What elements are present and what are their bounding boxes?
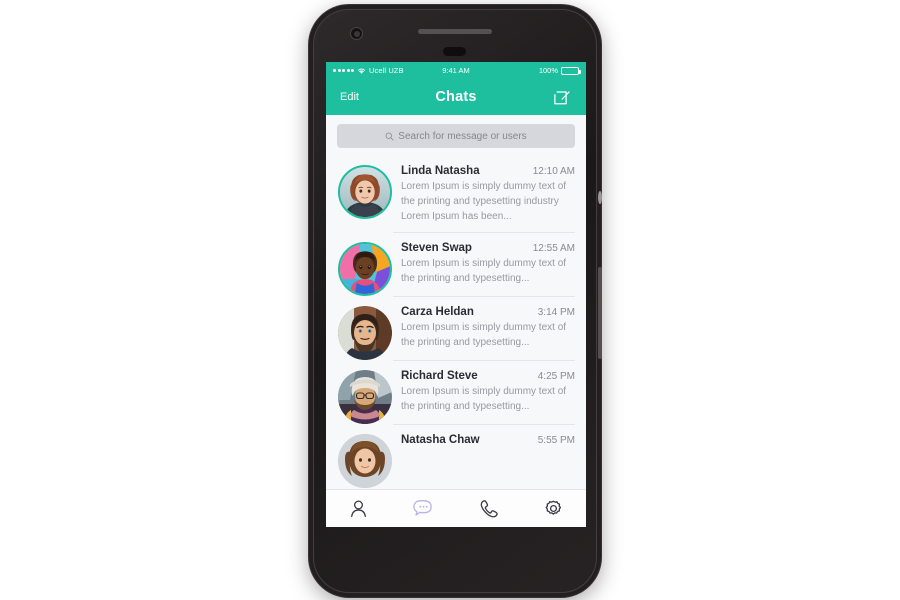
status-bar: Ucell UZB 9:41 AM 100%	[326, 62, 586, 79]
search-input[interactable]: Search for message or users	[337, 124, 575, 148]
message-time: 3:14 PM	[537, 307, 575, 318]
chat-list-item[interactable]: Linda Natasha 12:10 AM Lorem Ipsum is si…	[326, 156, 586, 232]
tab-settings[interactable]	[521, 490, 586, 527]
chat-list-item[interactable]: Richard Steve 4:25 PM Lorem Ipsum is sim…	[326, 361, 586, 424]
tab-chats[interactable]	[391, 490, 456, 527]
chat-row-header: Steven Swap 12:55 AM	[401, 242, 575, 254]
proximity-sensor	[443, 47, 466, 56]
navigation-bar: Edit Chats	[326, 79, 586, 115]
tab-contacts[interactable]	[326, 490, 391, 527]
volume-button[interactable]	[598, 267, 602, 359]
chat-row-header: Richard Steve 4:25 PM	[401, 370, 575, 382]
message-time: 12:55 AM	[532, 243, 575, 254]
search-placeholder-text: Search for message or users	[398, 130, 527, 142]
message-snippet: Lorem Ipsum is simply dummy text of the …	[401, 386, 567, 412]
compose-pencil-icon	[554, 90, 570, 104]
contact-name: Steven Swap	[401, 242, 472, 254]
avatar-wrap	[337, 165, 393, 232]
message-time: 12:10 AM	[532, 166, 575, 177]
avatar-wrap	[337, 306, 393, 360]
avatar-wrap	[337, 242, 393, 296]
tab-bar	[326, 489, 586, 527]
message-snippet: Lorem Ipsum is simply dummy text of the …	[401, 322, 567, 348]
contact-name: Natasha Chaw	[401, 434, 480, 446]
message-time: 4:25 PM	[537, 371, 575, 382]
chat-row-header: Linda Natasha 12:10 AM	[401, 165, 575, 177]
phone-device-frame: Ucell UZB 9:41 AM 100% Edit Chats Search…	[309, 5, 602, 597]
chat-bubble-icon	[413, 500, 432, 516]
chat-row-body: Natasha Chaw 5:55 PM	[393, 434, 575, 488]
chat-row-body: Carza Heldan 3:14 PM Lorem Ipsum is simp…	[393, 306, 575, 360]
message-snippet: Lorem Ipsum is simply dummy text of the …	[401, 181, 567, 222]
chat-list-item[interactable]: Natasha Chaw 5:55 PM	[326, 425, 586, 488]
avatar-linda-natasha[interactable]	[338, 165, 392, 219]
chat-list-item[interactable]: Carza Heldan 3:14 PM Lorem Ipsum is simp…	[326, 297, 586, 360]
tab-calls[interactable]	[456, 490, 521, 527]
contact-name: Linda Natasha	[401, 165, 480, 177]
contact-name: Carza Heldan	[401, 306, 474, 318]
avatar-natasha-chaw[interactable]	[338, 434, 392, 488]
battery-percent-label: 100%	[538, 66, 558, 75]
avatar-richard-steve[interactable]	[338, 370, 392, 424]
search-icon	[385, 132, 394, 140]
canvas: Ucell UZB 9:41 AM 100% Edit Chats Search…	[0, 0, 900, 600]
compose-button[interactable]	[553, 88, 572, 107]
settings-gear-icon	[545, 500, 562, 515]
chat-list-item[interactable]: Steven Swap 12:55 AM Lorem Ipsum is simp…	[326, 233, 586, 296]
battery-full-icon	[561, 66, 581, 75]
search-container: Search for message or users	[326, 115, 586, 156]
chat-row-body: Linda Natasha 12:10 AM Lorem Ipsum is si…	[393, 165, 575, 232]
phone-handset-icon	[480, 500, 498, 518]
page-title: Chats	[435, 89, 477, 105]
chat-list[interactable]: Linda Natasha 12:10 AM Lorem Ipsum is si…	[326, 156, 586, 501]
status-bar-right: 100%	[538, 66, 581, 75]
chat-row-body: Steven Swap 12:55 AM Lorem Ipsum is simp…	[393, 242, 575, 296]
earpiece-speaker-grill	[418, 29, 492, 34]
contact-name: Richard Steve	[401, 370, 478, 382]
message-snippet: Lorem Ipsum is simply dummy text of the …	[401, 258, 567, 284]
chat-row-header: Carza Heldan 3:14 PM	[401, 306, 575, 318]
avatar-carza-heldan[interactable]	[338, 306, 392, 360]
avatar-steven-swap[interactable]	[338, 242, 392, 296]
chat-row-header: Natasha Chaw 5:55 PM	[401, 434, 575, 446]
contacts-person-icon	[351, 500, 366, 518]
power-button[interactable]	[598, 191, 602, 204]
avatar-wrap	[337, 434, 393, 488]
avatar-wrap	[337, 370, 393, 424]
phone-screen: Ucell UZB 9:41 AM 100% Edit Chats Search…	[326, 62, 586, 527]
front-camera-icon	[350, 27, 363, 40]
chat-row-body: Richard Steve 4:25 PM Lorem Ipsum is sim…	[393, 370, 575, 424]
message-time: 5:55 PM	[537, 435, 575, 446]
